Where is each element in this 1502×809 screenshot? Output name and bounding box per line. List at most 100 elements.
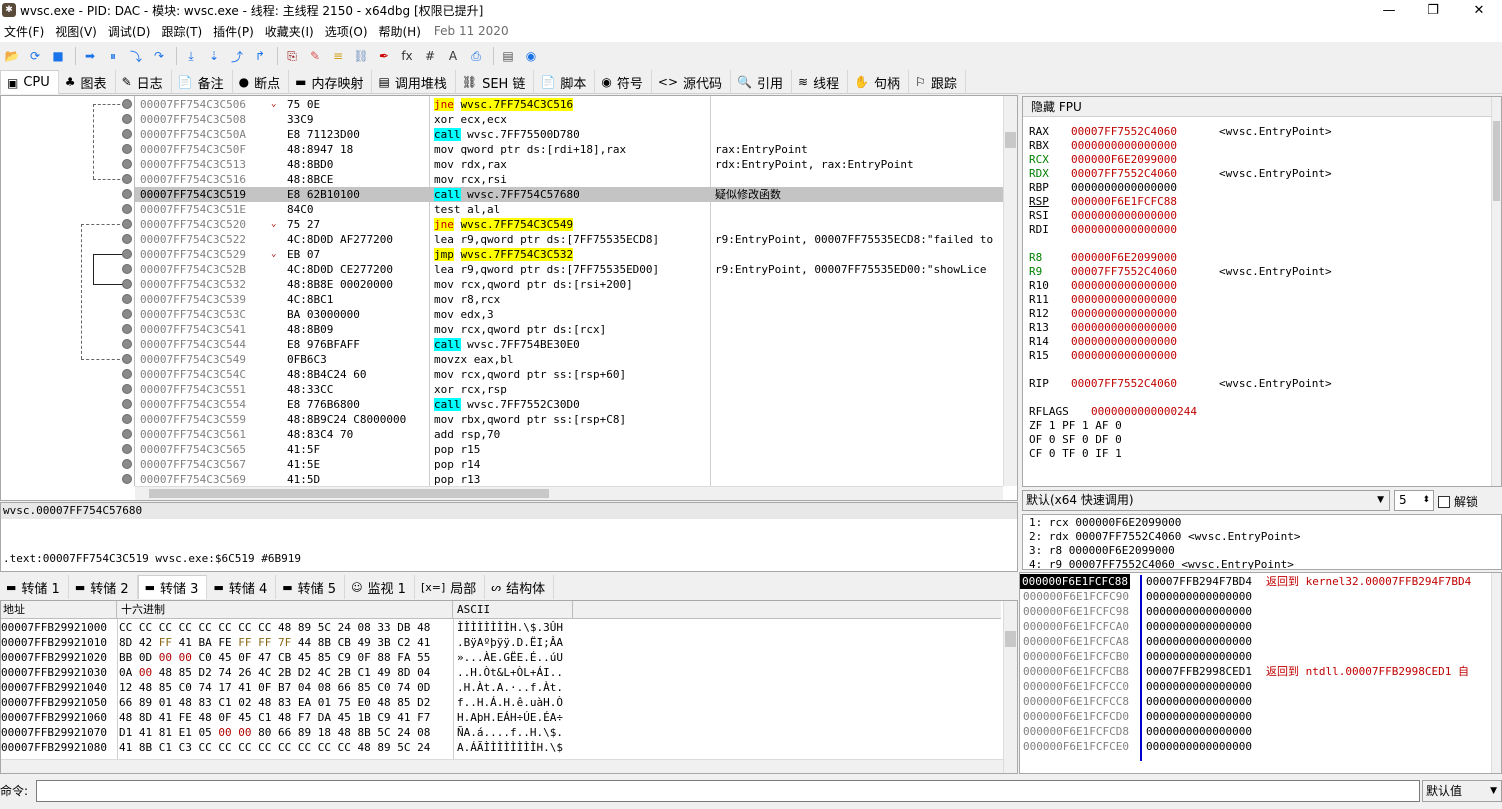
disasm-row[interactable]: 00007FF754C3C53C BA 03000000 mov edx,3 (135, 307, 1003, 322)
disasm-row[interactable]: 00007FF754C3C54C 48:8B4C24 60 mov rcx,qwor… (135, 367, 1003, 382)
disasm-row[interactable]: 00007FF754C3C50A E8 71123D00 call wvsc.7FF… (135, 127, 1003, 142)
stack-row[interactable]: 000000F6E1FCFCD8 0000000000000000 (1020, 724, 1490, 739)
tab-7[interactable]: ⛓ SEH 链 (456, 70, 535, 94)
stack-row[interactable]: 000000F6E1FCFCB0 0000000000000000 (1020, 649, 1490, 664)
tab-10[interactable]: <> 源代码 (652, 70, 732, 94)
dump-row[interactable]: 00007FFB29921030 0A 00 48 85 D2 74 26 4C … (1, 665, 1001, 680)
disasm-row[interactable]: 00007FF754C3C508 33C9 xor ecx,ecx (135, 112, 1003, 127)
toolbar-button-icon[interactable]: # (420, 46, 440, 66)
toolbar-button-icon[interactable]: ⤴ (227, 46, 247, 66)
memory-dump-view[interactable]: 地址 十六进制 ASCII 00007FFB29921000 CC CC CC C… (0, 600, 1018, 774)
tab-2[interactable]: ✎ 日志 (116, 70, 172, 94)
register-value[interactable]: 0000000000000000 (1071, 293, 1177, 307)
register-value[interactable]: 0000000000000000 (1071, 349, 1177, 363)
toolbar-button-icon[interactable]: ⏸ (103, 46, 123, 66)
registers-pane[interactable]: 隐藏 FPU RAX 00007FF7552C4060 <wvsc.EntryPoi… (1022, 96, 1502, 487)
breakpoint-dot-icon[interactable] (122, 294, 132, 304)
breakpoint-dot-icon[interactable] (122, 234, 132, 244)
disasm-row[interactable]: 00007FF754C3C51E 84C0 test al,al (135, 202, 1003, 217)
dump-row[interactable]: 00007FFB29921040 12 48 85 C0 74 17 41 0F … (1, 680, 1001, 695)
close-button[interactable]: ✕ (1456, 0, 1502, 20)
menu-item[interactable]: 帮助(H) (375, 23, 428, 40)
breakpoint-dot-icon[interactable] (122, 174, 132, 184)
disasm-row[interactable]: 00007FF754C3C506 ⌄ 75 0E jne wvsc.7FF754C3C… (135, 97, 1003, 112)
breakpoint-dot-icon[interactable] (122, 459, 132, 469)
breakpoint-dot-icon[interactable] (122, 339, 132, 349)
disasm-row[interactable]: 00007FF754C3C559 48:8B9C24 C8000000 mov rb… (135, 412, 1003, 427)
disasm-row[interactable]: 00007FF754C3C539 4C:8BC1 mov r8,rcx (135, 292, 1003, 307)
stack-row[interactable]: 000000F6E1FCFCE0 0000000000000000 (1020, 739, 1490, 754)
breakpoint-dot-icon[interactable] (122, 189, 132, 199)
flags-row[interactable]: CF 0 TF 0 IF 1 (1029, 447, 1122, 460)
call-arg-row[interactable]: 3: r8 000000F6E2099000 (1029, 544, 1175, 558)
toolbar-button-icon[interactable]: ⛓ (351, 46, 371, 66)
disassembly-vertical-scrollbar[interactable] (1003, 96, 1017, 486)
register-value[interactable]: 0000000000000000 (1071, 307, 1177, 321)
menu-item[interactable]: 插件(P) (209, 23, 261, 40)
stack-row[interactable]: 000000F6E1FCFC88 00007FFB294F7BD4 返回到 kern… (1020, 574, 1490, 589)
register-value[interactable]: 00007FF7552C4060 (1071, 125, 1177, 139)
register-value[interactable]: 00007FF7552C4060 (1071, 377, 1177, 391)
dump-row[interactable]: 00007FFB29921000 CC CC CC CC CC CC CC CC … (1, 620, 1001, 635)
breakpoint-dot-icon[interactable] (122, 324, 132, 334)
stack-view[interactable]: 000000F6E1FCFC88 00007FFB294F7BD4 返回到 kern… (1019, 572, 1502, 774)
toolbar-button-icon[interactable]: ■ (48, 46, 68, 66)
menu-item[interactable]: 视图(V) (51, 23, 104, 40)
disasm-row[interactable]: 00007FF754C3C522 4C:8D0D AF277200 lea r9,q… (135, 232, 1003, 247)
breakpoint-dot-icon[interactable] (122, 429, 132, 439)
breakpoint-dot-icon[interactable] (122, 399, 132, 409)
menu-item[interactable]: 收藏夹(I) (261, 23, 321, 40)
register-value[interactable]: 000000F6E2099000 (1071, 251, 1177, 265)
maximize-button[interactable]: ❐ (1410, 0, 1456, 20)
disasm-row[interactable]: 00007FF754C3C549 0FB6C3 movzx eax,bl (135, 352, 1003, 367)
toolbar-button-icon[interactable]: ◉ (521, 46, 541, 66)
menu-item[interactable]: 文件(F) (0, 23, 51, 40)
dump-row[interactable]: 00007FFB29921080 41 8B C1 C3 CC CC CC CC … (1, 740, 1001, 755)
register-value[interactable]: 00007FF7552C4060 (1071, 167, 1177, 181)
register-value[interactable]: 000000F6E1FCFC88 (1071, 195, 1177, 209)
disasm-row[interactable]: 00007FF754C3C551 48:33CC xor rcx,rsp (135, 382, 1003, 397)
stack-row[interactable]: 000000F6E1FCFC90 0000000000000000 (1020, 589, 1490, 604)
toolbar-button-icon[interactable]: fx (397, 46, 417, 66)
registers-scrollbar[interactable] (1491, 97, 1501, 486)
register-value[interactable]: 0000000000000000 (1071, 209, 1177, 223)
dump-horizontal-scrollbar[interactable] (1, 759, 1003, 773)
flags-row[interactable]: OF 0 SF 0 DF 0 (1029, 433, 1122, 446)
stack-row[interactable]: 000000F6E1FCFCC0 0000000000000000 (1020, 679, 1490, 694)
stack-row[interactable]: 000000F6E1FCFCB8 00007FFB2998CED1 返回到 ntdl… (1020, 664, 1490, 679)
breakpoint-dot-icon[interactable] (122, 279, 132, 289)
unlock-checkbox[interactable]: 解锁 (1438, 493, 1478, 510)
hide-fpu-toggle[interactable]: 隐藏 FPU (1023, 97, 1501, 117)
breakpoint-dot-icon[interactable] (122, 384, 132, 394)
register-value[interactable]: 0000000000000000 (1071, 279, 1177, 293)
menu-item[interactable]: 跟踪(T) (157, 23, 209, 40)
scroll-thumb[interactable] (1493, 121, 1500, 201)
register-value[interactable]: 0000000000000000 (1071, 335, 1177, 349)
disassembly-horizontal-scrollbar[interactable] (135, 486, 1003, 500)
disasm-row[interactable]: 00007FF754C3C544 E8 976BFAFF call wvsc.7FF… (135, 337, 1003, 352)
dump-tab-6[interactable]: [x=] 局部 (415, 575, 486, 599)
disasm-row[interactable]: 00007FF754C3C520 ⌄ 75 27 jne wvsc.7FF754C3C… (135, 217, 1003, 232)
disasm-row[interactable]: 00007FF754C3C519 E8 62B10100 call wvsc.7FF… (135, 187, 1003, 202)
toolbar-button-icon[interactable]: ▤ (498, 46, 518, 66)
breakpoint-dot-icon[interactable] (122, 354, 132, 364)
call-arg-row[interactable]: 1: rcx 000000F6E2099000 (1029, 516, 1181, 530)
register-value[interactable]: 0000000000000000 (1071, 321, 1177, 335)
arg-count-spinbox[interactable]: 5 ⬍ (1394, 490, 1434, 511)
stack-row[interactable]: 000000F6E1FCFC98 0000000000000000 (1020, 604, 1490, 619)
menu-item[interactable]: 调试(D) (104, 23, 158, 40)
toolbar-button-icon[interactable]: ➡ (80, 46, 100, 66)
dump-row[interactable]: 00007FFB29921050 66 89 01 48 83 C1 02 48 … (1, 695, 1001, 710)
disasm-row[interactable]: 00007FF754C3C532 48:8B8E 00020000 mov rcx,… (135, 277, 1003, 292)
breakpoint-dot-icon[interactable] (122, 114, 132, 124)
tab-13[interactable]: ✋ 句柄 (848, 70, 910, 94)
dump-tab-1[interactable]: ▬ 转储 2 (69, 575, 138, 599)
register-value[interactable]: 0000000000000000 (1071, 139, 1177, 153)
breakpoint-dot-icon[interactable] (122, 474, 132, 484)
rflags-value[interactable]: 0000000000000244 (1091, 405, 1197, 419)
toolbar-button-icon[interactable]: ✎ (305, 46, 325, 66)
call-arg-row[interactable]: 2: rdx 00007FF7552C4060 <wvsc.EntryPoint… (1029, 530, 1301, 544)
toolbar-button-icon[interactable]: ⤵ (126, 46, 146, 66)
call-arg-row[interactable]: 4: r9 00007FF7552C4060 <wvsc.EntryPoint> (1029, 558, 1294, 569)
breakpoint-dot-icon[interactable] (122, 444, 132, 454)
